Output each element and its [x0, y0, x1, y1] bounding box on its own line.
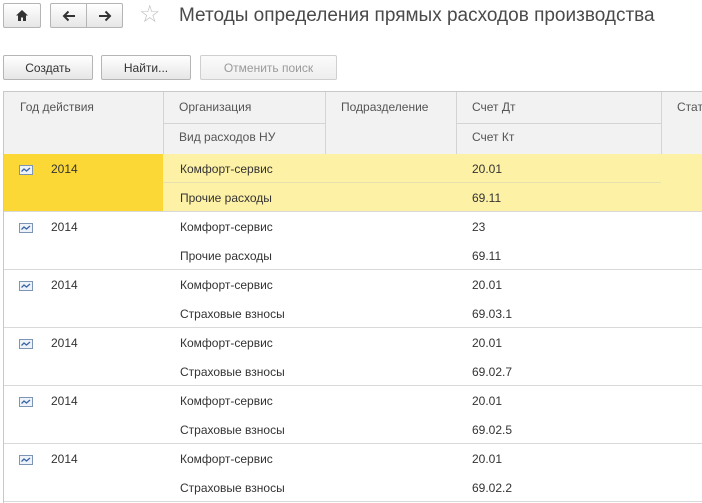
record-icon	[19, 397, 33, 407]
row-year: 2014	[51, 162, 78, 176]
row-year: 2014	[51, 394, 78, 408]
table-row[interactable]: 2014 Комфорт-сервис Страховые взносы 20.01 6…	[4, 270, 702, 328]
table-row[interactable]: 2014 Комфорт-сервис Прочие расходы 20.01 69.…	[4, 154, 702, 212]
row-expense-type: Страховые взносы	[180, 365, 285, 379]
row-credit: 69.11	[472, 249, 502, 263]
row-credit: 69.02.7	[472, 365, 513, 379]
header-divider	[661, 92, 662, 154]
row-expense-type: Страховые взносы	[180, 481, 285, 495]
row-expense-type: Страховые взносы	[180, 307, 285, 321]
header-status[interactable]: Стат	[661, 100, 702, 114]
back-button[interactable]	[50, 3, 87, 28]
header-credit[interactable]: Счет Кт	[456, 130, 661, 144]
record-icon	[19, 223, 33, 233]
home-icon	[16, 10, 28, 21]
row-year: 2014	[51, 278, 78, 292]
header-expense-type[interactable]: Вид расходов НУ	[163, 130, 325, 144]
row-year-cell	[4, 212, 163, 269]
row-year: 2014	[51, 220, 78, 234]
arrow-right-icon	[98, 10, 111, 21]
row-org: Комфорт-сервис	[180, 278, 273, 292]
header-divider	[456, 123, 661, 124]
row-debit: 20.01	[472, 162, 503, 176]
row-year-cell	[4, 328, 163, 385]
page-title: Методы определения прямых расходов произ…	[179, 5, 655, 26]
row-credit: 69.11	[472, 191, 502, 205]
header-year[interactable]: Год действия	[4, 100, 163, 114]
row-expense-type: Прочие расходы	[180, 249, 272, 263]
table-row[interactable]: 2014 Комфорт-сервис Прочие расходы 23 69.11	[4, 212, 702, 270]
row-debit: 20.01	[472, 278, 503, 292]
row-org: Комфорт-сервис	[180, 162, 273, 176]
row-debit: 20.01	[472, 394, 503, 408]
record-icon	[19, 339, 33, 349]
arrow-left-icon	[62, 10, 75, 21]
row-year-cell	[4, 154, 163, 211]
table-row[interactable]: 2014 Комфорт-сервис Страховые взносы 20.01 6…	[4, 328, 702, 386]
table-row[interactable]: 2014 Комфорт-сервис Страховые взносы 20.01 6…	[4, 444, 702, 502]
header-divider	[163, 123, 325, 124]
row-year-cell	[4, 386, 163, 443]
record-icon	[19, 455, 33, 465]
record-icon	[19, 165, 33, 175]
home-button[interactable]	[3, 3, 41, 28]
header-divider	[325, 92, 326, 154]
row-year: 2014	[51, 336, 78, 350]
row-credit: 69.02.5	[472, 423, 513, 437]
row-debit: 20.01	[472, 452, 503, 466]
row-debit: 23	[472, 220, 486, 234]
row-year-cell	[4, 270, 163, 327]
table-row[interactable]: 2014 Комфорт-сервис Страховые взносы 20.01 6…	[4, 386, 702, 444]
record-icon	[19, 281, 33, 291]
row-expense-type: Страховые взносы	[180, 423, 285, 437]
row-org: Комфорт-сервис	[180, 336, 273, 350]
row-expense-type: Прочие расходы	[180, 191, 272, 205]
row-year: 2014	[51, 452, 78, 466]
row-org: Комфорт-сервис	[180, 394, 273, 408]
row-subdivider	[163, 182, 661, 183]
row-org: Комфорт-сервис	[180, 452, 273, 466]
find-button[interactable]: Найти...	[101, 55, 191, 80]
header-org[interactable]: Организация	[163, 100, 325, 114]
row-credit: 69.02.2	[472, 481, 513, 495]
data-table[interactable]: Год действия Организация Вид расходов НУ…	[3, 91, 702, 503]
header-debit[interactable]: Счет Дт	[456, 100, 661, 114]
row-credit: 69.03.1	[472, 307, 513, 321]
header-division[interactable]: Подразделение	[325, 100, 456, 114]
star-icon[interactable]: ☆	[139, 3, 161, 27]
row-debit: 20.01	[472, 336, 503, 350]
create-button[interactable]: Создать	[3, 55, 93, 80]
cancel-search-button[interactable]: Отменить поиск	[200, 55, 337, 80]
row-org: Комфорт-сервис	[180, 220, 273, 234]
row-year-cell	[4, 444, 163, 501]
table-header: Год действия Организация Вид расходов НУ…	[4, 92, 702, 155]
forward-button[interactable]	[86, 3, 123, 28]
